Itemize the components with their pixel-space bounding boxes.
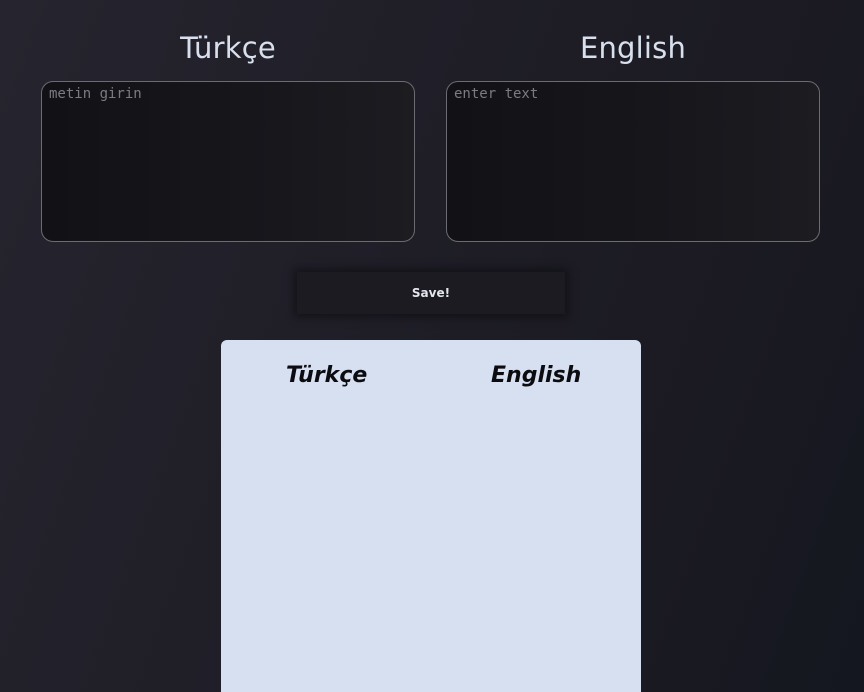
turkish-text-input[interactable] bbox=[41, 81, 415, 242]
save-button[interactable]: Save! bbox=[297, 272, 565, 314]
saved-translations-panel: Türkçe English bbox=[221, 340, 641, 692]
column-header-turkish: Türkçe bbox=[286, 363, 368, 388]
english-heading: English bbox=[579, 31, 687, 65]
english-text-input[interactable] bbox=[446, 81, 820, 242]
turkish-heading: Türkçe bbox=[180, 31, 276, 65]
save-button-label: Save! bbox=[411, 286, 451, 300]
column-header-english: English bbox=[491, 363, 582, 388]
